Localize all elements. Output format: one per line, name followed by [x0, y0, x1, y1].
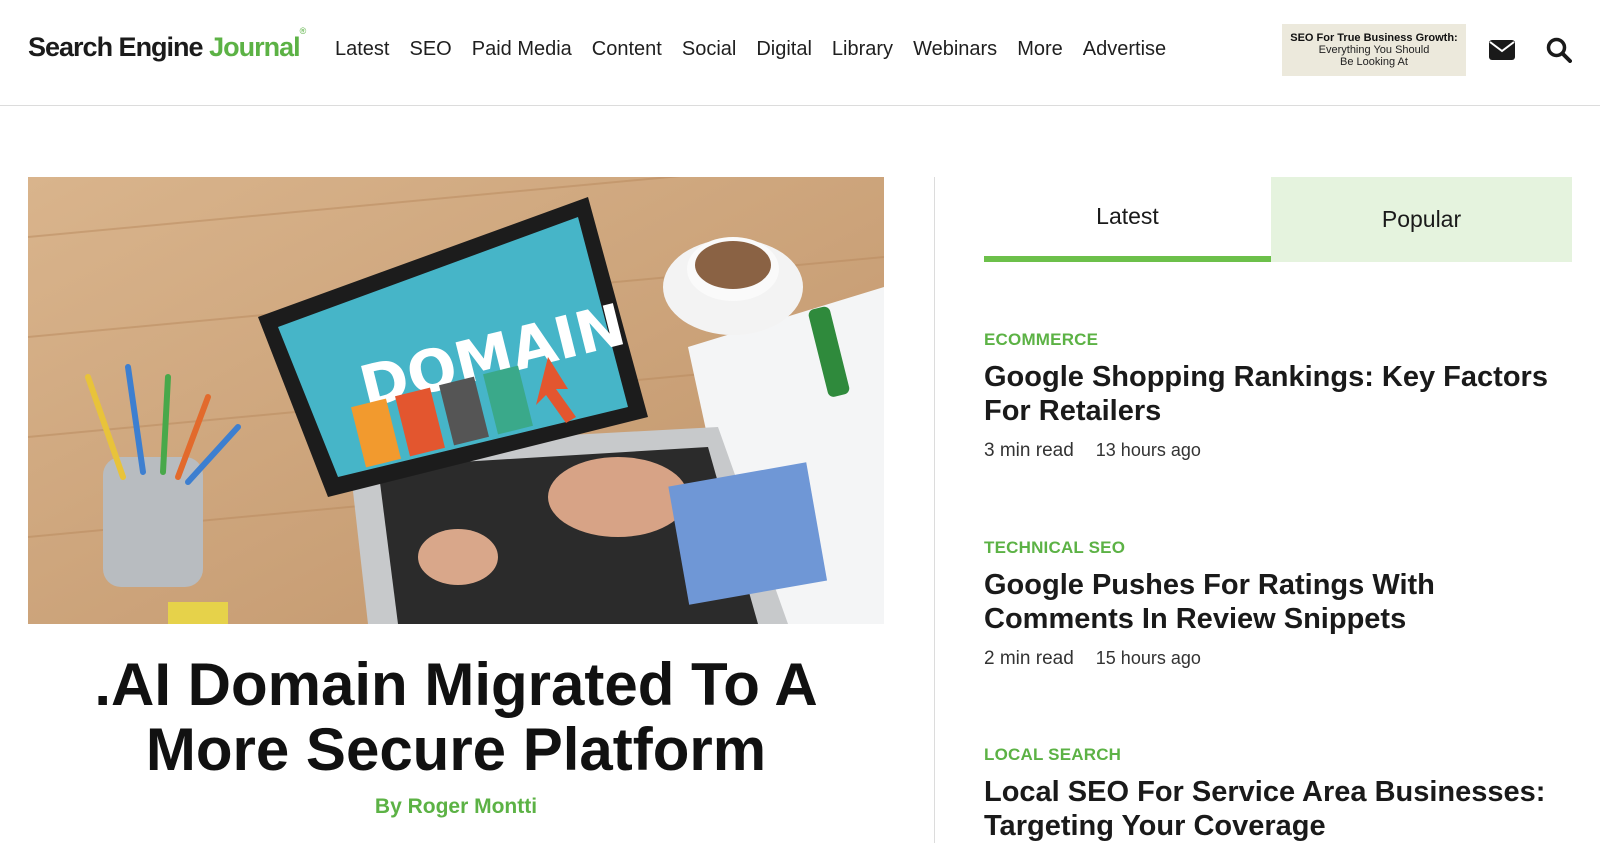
promo-banner[interactable]: SEO For True Business Growth: Everything… [1282, 24, 1466, 76]
nav-library[interactable]: Library [832, 38, 893, 61]
list-item: ECOMMERCE Google Shopping Rankings: Key … [984, 330, 1564, 462]
tab-latest[interactable]: Latest [984, 177, 1271, 262]
article-title[interactable]: Local SEO For Service Area Businesses: T… [984, 775, 1564, 843]
published-time: 13 hours ago [1095, 440, 1201, 460]
nav-social[interactable]: Social [682, 38, 736, 61]
nav-webinars[interactable]: Webinars [913, 38, 997, 61]
tab-popular[interactable]: Popular [1271, 177, 1572, 262]
list-item: TECHNICAL SEO Google Pushes For Ratings … [984, 538, 1564, 670]
hero-image[interactable]: DOMAIN [28, 177, 884, 624]
list-item: LOCAL SEARCH Local SEO For Service Area … [984, 745, 1564, 843]
nav-latest[interactable]: Latest [335, 38, 389, 61]
promo-line-1: SEO For True Business Growth: [1290, 32, 1458, 44]
nav-advertise[interactable]: Advertise [1083, 38, 1166, 61]
article-title[interactable]: Google Shopping Rankings: Key Factors Fo… [984, 360, 1564, 428]
site-header: Search Engine Journal® Latest SEO Paid M… [0, 0, 1600, 106]
hero-title[interactable]: .AI Domain Migrated To A More Secure Pla… [28, 652, 884, 782]
nav-seo[interactable]: SEO [409, 38, 451, 61]
article-category[interactable]: LOCAL SEARCH [984, 745, 1564, 765]
article-meta: 3 min read 13 hours ago [984, 440, 1564, 462]
nav-paid-media[interactable]: Paid Media [472, 38, 572, 61]
nav-content[interactable]: Content [592, 38, 662, 61]
read-time: 3 min read [984, 440, 1074, 461]
main-nav: Latest SEO Paid Media Content Social Dig… [335, 38, 1166, 61]
logo-text-accent: Journal [209, 32, 301, 62]
read-time: 2 min read [984, 648, 1074, 669]
nav-more[interactable]: More [1017, 38, 1063, 61]
article-meta: 2 min read 15 hours ago [984, 648, 1564, 670]
search-icon[interactable] [1545, 36, 1573, 64]
article-category[interactable]: ECOMMERCE [984, 330, 1564, 350]
logo-text-main: Search Engine [28, 32, 210, 62]
nav-digital[interactable]: Digital [756, 38, 812, 61]
published-time: 15 hours ago [1095, 648, 1201, 668]
promo-line-2: Everything You Should [1318, 44, 1430, 56]
column-divider [934, 177, 935, 843]
envelope-icon[interactable] [1488, 36, 1516, 64]
article-title[interactable]: Google Pushes For Ratings With Comments … [984, 568, 1564, 636]
logo-registered-mark: ® [299, 26, 307, 36]
hero-byline[interactable]: By Roger Montti [28, 795, 884, 819]
site-logo[interactable]: Search Engine Journal® [28, 26, 306, 63]
promo-line-3: Be Looking At [1340, 56, 1408, 68]
article-category[interactable]: TECHNICAL SEO [984, 538, 1564, 558]
